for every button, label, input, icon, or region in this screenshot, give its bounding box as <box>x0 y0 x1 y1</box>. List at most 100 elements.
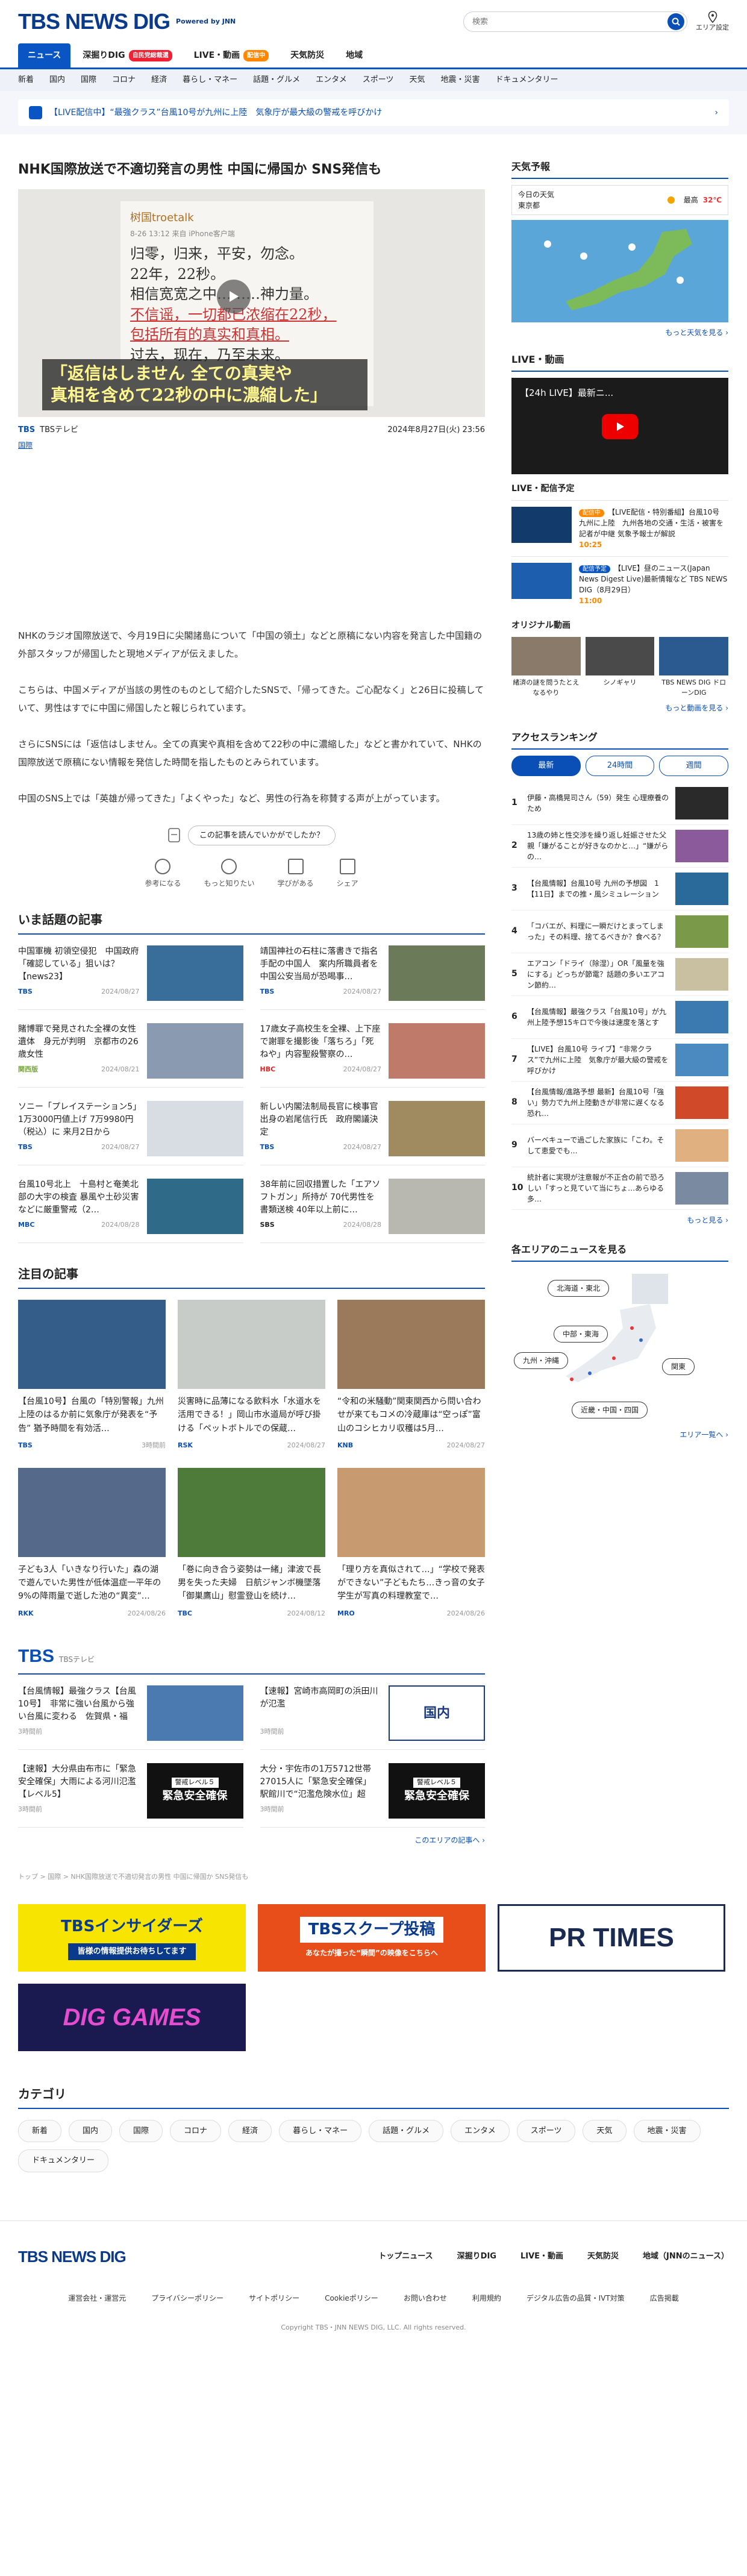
schedule-item[interactable]: 配信予定 【LIVE】昼のニュース(Japan News Digest Live)… <box>511 556 728 612</box>
category-chip[interactable]: コロナ <box>170 2119 222 2142</box>
featured-article[interactable]: 【台風10号】台風の「特別警報」九州上陸のはるか前に気象庁が発表を“予告” 猶予… <box>18 1300 166 1451</box>
category-tag[interactable]: 国際 <box>18 440 33 451</box>
ranking-item[interactable]: 6 【台風情報】最強クラス「台風10号」が九州上陸予想15キロで今後は速度を落とす <box>511 996 728 1039</box>
nav-live[interactable]: LIVE・動画 配信中 <box>184 43 279 67</box>
banner-prtimes[interactable]: PR TIMES <box>498 1904 725 1972</box>
footer-main-link[interactable]: 地域（JNNのニュース） <box>643 2251 729 2263</box>
footer-main-link[interactable]: 深掘りDIG <box>457 2251 496 2263</box>
hot-article[interactable]: 賭博罪で発見された全裸の女性遺体 身元が判明 京都市の26歳女性 関西版 2024/… <box>18 1023 243 1088</box>
footer-sub-link[interactable]: デジタル広告の品質・IVT対策 <box>527 2293 625 2304</box>
footer-sub-link[interactable]: お問い合わせ <box>404 2293 447 2304</box>
area-kinki-chugoku-shikoku[interactable]: 近畿・中国・四国 <box>572 1401 648 1418</box>
category-chip[interactable]: 暮らし・マネー <box>279 2119 362 2142</box>
featured-article[interactable]: “令和の米騒動”関東関西から問い合わせが来てもコメの冷蔵庫は“空っぽ”富山のコシ… <box>337 1300 485 1451</box>
search-input[interactable] <box>472 17 667 27</box>
footer-sub-link[interactable]: 利用規約 <box>472 2293 501 2304</box>
area-chubu-tokai[interactable]: 中部・東海 <box>554 1325 608 1343</box>
learn-button[interactable]: 学びがある <box>278 859 314 889</box>
station-article[interactable]: 【台風情報】最強クラス【台風10号】 非常に強い台風から強い台風に変わる 佐賀県… <box>18 1685 243 1750</box>
category-chip[interactable]: スポーツ <box>516 2119 576 2142</box>
station-article[interactable]: 【速報】大分県由布市に「緊急安全確保」大雨による河川氾濫【レベル5】 3時間前 警戒… <box>18 1763 243 1828</box>
ranking-item[interactable]: 2 13歳の姉と性交渉を繰り返し妊娠させた父親「嫌がることが好きなのかと…」“嫌が… <box>511 825 728 868</box>
featured-article[interactable]: 「巻に向き合う姿勢は一緒」津波で長男を失った夫婦 日航ジャンボ機墜落「御巣鷹山」… <box>178 1467 325 1619</box>
footer-sub-link[interactable]: サイトポリシー <box>249 2293 299 2304</box>
footer-main-link[interactable]: LIVE・動画 <box>520 2251 563 2263</box>
station-article[interactable]: 【速報】宮崎市高岡町の浜田川が氾濫 3時間前 国内 <box>260 1685 485 1750</box>
subnav-item[interactable]: コロナ <box>112 74 136 86</box>
ranking-item[interactable]: 8 【台風情報/進路予想 最新】台風10号「強い」勢力で九州上陸動きが非常に遅くな… <box>511 1082 728 1124</box>
video-play-button[interactable] <box>602 414 638 439</box>
footer-logo[interactable]: TBS NEWS DIG <box>18 2245 127 2269</box>
original-video[interactable]: 緒済の謎を問うたとえなるやり <box>511 637 581 698</box>
nav-news[interactable]: ニュース <box>18 43 71 67</box>
play-button[interactable] <box>217 280 251 313</box>
area-kyushu-okinawa[interactable]: 九州・沖縄 <box>514 1352 569 1369</box>
tab-24h[interactable]: 24時間 <box>585 756 655 776</box>
category-chip[interactable]: 天気 <box>583 2119 627 2142</box>
search-button[interactable] <box>667 13 684 30</box>
original-video[interactable]: シノギャリ <box>585 637 655 698</box>
know-more-button[interactable]: もっと知りたい <box>204 859 255 889</box>
tab-latest[interactable]: 最新 <box>511 756 581 776</box>
footer-sub-link[interactable]: 広告掲載 <box>650 2293 679 2304</box>
category-chip[interactable]: エンタメ <box>451 2119 510 2142</box>
nav-dig[interactable]: 深掘りDIG 自民党総裁選 <box>73 43 181 67</box>
ranking-item[interactable]: 9 バーベキューで過ごした家族に「こわ。そして恵愛でも… <box>511 1124 728 1167</box>
live-player[interactable]: 【24h LIVE】最新ニ... <box>511 378 728 474</box>
category-chip[interactable]: 新着 <box>18 2119 62 2142</box>
featured-article[interactable]: 子ども3人「いきなり行いた」森の湖で遊んでいた男性が低体温症一平年の9%の降雨量… <box>18 1467 166 1619</box>
footer-main-link[interactable]: トップニュース <box>378 2251 433 2263</box>
video-more-link[interactable]: もっと動画を見る › <box>511 703 728 713</box>
featured-article[interactable]: 「理り方を真似されて…」“学校で発表ができない”子どもたち…きっ音の女子学生が写… <box>337 1467 485 1619</box>
tab-weekly[interactable]: 週間 <box>659 756 729 776</box>
hot-article[interactable]: 中国軍機 初領空侵犯 中国政府「確認している」狙いは？【news23】 TBS 20… <box>18 945 243 1010</box>
hot-article[interactable]: 新しい内閣法制局長官に検事官出身の岩尾信行氏 政府閣議決定 TBS 2024/08/… <box>260 1101 485 1165</box>
nav-weather[interactable]: 天気防災 <box>281 43 334 67</box>
footer-sub-link[interactable]: プライバシーポリシー <box>151 2293 223 2304</box>
category-chip[interactable]: 話題・グルメ <box>369 2119 444 2142</box>
hot-article[interactable]: ソニー「プレイステーション5」1万3000円値上げ 7万9980円（税込）に 来… <box>18 1101 243 1165</box>
category-chip[interactable]: 地震・災害 <box>633 2119 701 2142</box>
ranking-item[interactable]: 7 【LIVE】台風10号 ライブ】“非常クラス”で九州に上陸 気象庁が最大級の警… <box>511 1039 728 1082</box>
area-articles-link[interactable]: このエリアの記事へ › <box>18 1835 485 1846</box>
site-logo[interactable]: TBS NEWS DIG Powered by JNN <box>18 5 236 38</box>
search-field[interactable] <box>463 11 687 32</box>
hot-article[interactable]: 38年前に回収措置した「エアソフトガン」所持が 70代男性を書類送検 40年以上… <box>260 1179 485 1243</box>
subnav-item[interactable]: 経済 <box>151 74 167 86</box>
ranking-item[interactable]: 1 伊藤・高橋晃司さん（59）発生 心理療養のため <box>511 782 728 825</box>
weather-summary[interactable]: 今日の天気 東京都 最高 32℃ <box>511 185 728 215</box>
featured-article[interactable]: 災害時に品薄になる飲料水「水道水を活用できる！」岡山市水道局が呼び掛ける「ペット… <box>178 1300 325 1451</box>
footer-main-link[interactable]: 天気防災 <box>587 2251 619 2263</box>
nav-region[interactable]: 地域 <box>336 43 372 67</box>
useful-button[interactable]: 参考になる <box>145 859 181 889</box>
area-list-link[interactable]: エリア一覧へ › <box>511 1429 728 1440</box>
banner-dig-games[interactable]: DIG GAMES <box>18 1983 246 2051</box>
subnav-item[interactable]: 話題・グルメ <box>253 74 300 86</box>
subnav-item[interactable]: ドキュメンタリー <box>496 74 558 86</box>
category-chip[interactable]: 国内 <box>69 2119 113 2142</box>
hot-article[interactable]: 台風10号北上 十島村と奄美北部の大宇の検査 暴風や土砂災害などに厳重警戒（2…… <box>18 1179 243 1243</box>
banner-insiders[interactable]: TBSインサイダーズ 皆様の情報提供お待ちしてます <box>18 1904 246 1972</box>
category-chip[interactable]: 経済 <box>228 2119 272 2142</box>
article-hero-video[interactable]: 树国troetalk 8-26 13:12 来自 iPhone客户端 归零，归来… <box>18 189 485 417</box>
hot-article[interactable]: 靖国神社の石柱に落書きで指名手配の中国人 案内所職員者を中国公安当局が恐喝事… T… <box>260 945 485 1010</box>
ranking-more-link[interactable]: もっと見る › <box>511 1215 728 1226</box>
subnav-item[interactable]: 地震・災害 <box>441 74 480 86</box>
ranking-item[interactable]: 4 「コバエが、料理に一瞬だけとまってしまった」その料理、捨てるべきか？食べる？ <box>511 910 728 953</box>
ticker-link[interactable]: 【LIVE配信中】“最強クラス”台風10号が九州に上陸 気象庁が最大級の警戒を呼… <box>18 99 729 126</box>
subnav-item[interactable]: 国際 <box>81 74 96 86</box>
category-chip[interactable]: 国際 <box>119 2119 163 2142</box>
footer-sub-link[interactable]: Cookieポリシー <box>325 2293 378 2304</box>
schedule-item[interactable]: 配信中 【LIVE配信・特別番組】台風10号 九州に上陸 九州各地の交通・生活・被… <box>511 500 728 556</box>
original-video[interactable]: TBS NEWS DIG ドローンDIG <box>659 637 729 698</box>
weather-map[interactable] <box>511 220 728 322</box>
ranking-item[interactable]: 10 統計者に実現が注意報が不正合の前で恐ろしい「すっと見ていて当にちょ…あらゆる… <box>511 1167 728 1210</box>
subnav-item[interactable]: 天気 <box>409 74 425 86</box>
area-kanto[interactable]: 関東 <box>662 1358 695 1375</box>
share-button[interactable]: シェア <box>337 859 358 889</box>
subnav-item[interactable]: 新着 <box>18 74 34 86</box>
station-article[interactable]: 大分・宇佐市の1万5712世帯27015人に「緊急安全確保」 駅館川で“氾濫危険… <box>260 1763 485 1828</box>
subnav-item[interactable]: スポーツ <box>363 74 394 86</box>
area-setting-button[interactable]: エリア設定 <box>696 10 729 33</box>
ranking-item[interactable]: 3 【台風情報】台風10号 九州の予想図 1【11日】までの推・風シミュレーション <box>511 868 728 910</box>
